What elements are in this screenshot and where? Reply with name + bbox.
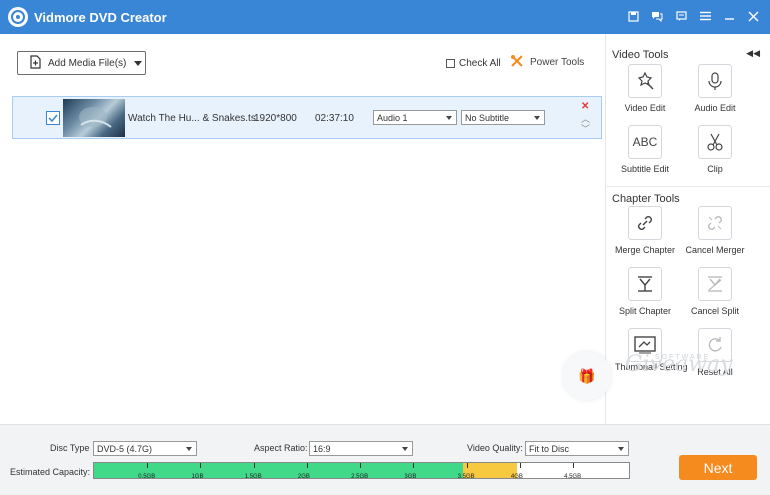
- merge-chapter-button[interactable]: Merge Chapter: [615, 206, 675, 255]
- chat-icon[interactable]: [650, 9, 664, 23]
- remove-file-icon[interactable]: ✕: [581, 101, 589, 112]
- feedback-icon[interactable]: [674, 9, 688, 23]
- subtitle-edit-button[interactable]: ABC Subtitle Edit: [615, 125, 675, 174]
- app-logo-icon: [8, 7, 28, 27]
- check-all-toggle[interactable]: Check All: [446, 58, 501, 69]
- disc-type-value: DVD-5 (4.7G): [97, 443, 153, 454]
- minimize-icon[interactable]: [722, 9, 736, 23]
- file-duration: 02:37:10: [315, 113, 354, 124]
- cancel-merger-label: Cancel Merger: [685, 245, 745, 255]
- disc-type-select[interactable]: DVD-5 (4.7G): [93, 441, 197, 456]
- chevron-down-icon: [186, 447, 192, 451]
- row-checkbox[interactable]: [46, 111, 60, 125]
- capacity-tick-mark: [360, 463, 362, 468]
- video-quality-label: Video Quality:: [467, 443, 523, 453]
- clip-button[interactable]: Clip: [685, 125, 745, 174]
- power-tools-button[interactable]: Power Tools: [510, 54, 584, 71]
- subtitle-icon: ABC: [628, 125, 662, 159]
- add-file-icon: [28, 54, 42, 72]
- audio-edit-button[interactable]: Audio Edit: [685, 64, 745, 113]
- check-all-checkbox[interactable]: [446, 59, 455, 68]
- microphone-icon: [698, 64, 732, 98]
- video-edit-label: Video Edit: [624, 103, 666, 113]
- clip-label: Clip: [707, 164, 723, 174]
- chevron-down-icon: [618, 447, 624, 451]
- tools-icon: [510, 54, 524, 71]
- merge-chapter-label: Merge Chapter: [615, 245, 676, 255]
- estimated-capacity-label: Estimated Capacity:: [10, 467, 91, 477]
- chevron-down-icon: [534, 116, 540, 120]
- add-media-label: Add Media File(s): [48, 57, 127, 69]
- capacity-tick-mark: [573, 463, 575, 468]
- split-icon: [628, 267, 662, 301]
- capacity-tick-label: 4GB: [510, 474, 523, 479]
- audio-edit-label: Audio Edit: [694, 103, 736, 113]
- capacity-tick-label: 3GB: [404, 474, 417, 479]
- video-tools-heading: Video Tools: [612, 49, 669, 61]
- check-all-label: Check All: [459, 58, 501, 69]
- capacity-tick-label: 4.5GB: [564, 474, 582, 479]
- aspect-ratio-label: Aspect Ratio:: [254, 443, 308, 453]
- move-down-icon[interactable]: ﹀: [581, 122, 590, 135]
- video-quality-value: Fit to Disc: [529, 443, 570, 454]
- video-edit-button[interactable]: Video Edit: [615, 64, 675, 113]
- subtitle-value: No Subtitle: [465, 112, 510, 123]
- audio-track-select[interactable]: Audio 1: [373, 110, 457, 125]
- capacity-tick-mark: [466, 463, 468, 468]
- subtitle-edit-label: Subtitle Edit: [620, 164, 670, 174]
- disc-type-label: Disc Type: [50, 443, 90, 453]
- capacity-tick-mark: [306, 463, 308, 468]
- chapter-tools-heading: Chapter Tools: [612, 193, 680, 205]
- capacity-tick-mark: [147, 463, 149, 468]
- capacity-tick-label: 1GB: [191, 474, 204, 479]
- capacity-tick-mark: [200, 463, 202, 468]
- chevron-down-icon[interactable]: [134, 60, 143, 66]
- chevron-down-icon: [402, 447, 408, 451]
- capacity-tick-label: 2GB: [297, 474, 310, 479]
- capacity-tick-mark: [413, 463, 415, 468]
- capacity-tick-label: 0.5GB: [138, 474, 156, 479]
- audio-track-value: Audio 1: [377, 112, 408, 123]
- subtitle-select[interactable]: No Subtitle: [461, 110, 545, 125]
- video-thumbnail[interactable]: [63, 99, 125, 137]
- cancel-split-button[interactable]: Cancel Split: [685, 267, 745, 316]
- media-list-panel: Add Media File(s) Check All Power Tools …: [0, 34, 606, 424]
- title-bar: Vidmore DVD Creator: [0, 0, 770, 34]
- save-icon[interactable]: [626, 9, 640, 23]
- cancel-merger-button[interactable]: Cancel Merger: [685, 206, 745, 255]
- capacity-tick-mark: [519, 463, 521, 468]
- chevron-down-icon: [446, 116, 452, 120]
- cancel-split-icon: [698, 267, 732, 301]
- split-chapter-label: Split Chapter: [618, 306, 672, 316]
- collapse-panel-icon[interactable]: ◀◀: [746, 48, 760, 59]
- next-button[interactable]: Next: [679, 455, 757, 480]
- power-tools-label: Power Tools: [530, 57, 585, 68]
- split-chapter-button[interactable]: Split Chapter: [615, 267, 675, 316]
- menu-icon[interactable]: [698, 9, 712, 23]
- video-quality-select[interactable]: Fit to Disc: [525, 441, 629, 456]
- abc-glyph: ABC: [632, 135, 658, 149]
- aspect-ratio-select[interactable]: 16:9: [309, 441, 413, 456]
- media-file-row[interactable]: Watch The Hu... & Snakes.ts 1920*800 02:…: [12, 96, 602, 139]
- divider: [607, 186, 770, 187]
- capacity-tick-label: 1.5GB: [244, 474, 262, 479]
- capacity-bar: 0.5GB 1GB 1.5GB 2GB 2.5GB 3GB 3.5GB 4GB 4.5GB: [93, 462, 630, 479]
- gift-icon: 🎁: [563, 352, 611, 400]
- add-media-button[interactable]: Add Media File(s): [17, 51, 146, 75]
- link-icon: [628, 206, 662, 240]
- watermark: Giveaway: [625, 352, 733, 377]
- aspect-ratio-value: 16:9: [313, 443, 331, 454]
- capacity-tick-mark: [253, 463, 255, 468]
- cancel-split-label: Cancel Split: [690, 306, 740, 316]
- file-resolution: 1920*800: [254, 113, 297, 124]
- capacity-tick-label: 2.5GB: [351, 474, 369, 479]
- capacity-tick-label: 3.5GB: [457, 474, 475, 479]
- close-icon[interactable]: [746, 9, 760, 23]
- app-title: Vidmore DVD Creator: [34, 10, 167, 25]
- scissors-icon: [698, 125, 732, 159]
- magic-wand-icon: [628, 64, 662, 98]
- output-settings-bar: Disc Type DVD-5 (4.7G) Aspect Ratio: 16:…: [0, 424, 770, 495]
- unlink-icon: [698, 206, 732, 240]
- file-name: Watch The Hu... & Snakes.ts: [128, 113, 256, 124]
